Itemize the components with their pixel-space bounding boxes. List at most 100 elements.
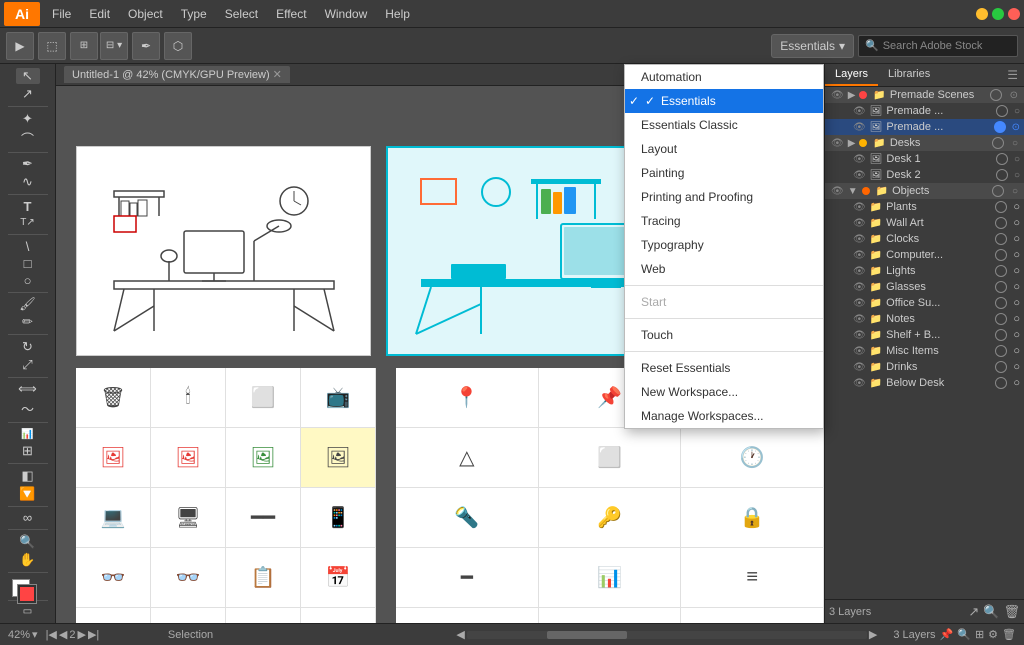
view-mode-btn2[interactable]: ⊟ ▾ <box>100 32 128 60</box>
dropdown-essentials-classic[interactable]: Essentials Classic <box>625 113 823 137</box>
layers-group-premade[interactable]: 👁 ▶ 📁 Premade Scenes ⊙ <box>825 87 1024 103</box>
dropdown-reset[interactable]: Reset Essentials <box>625 356 823 380</box>
dropdown-web[interactable]: Web <box>625 257 823 281</box>
nav-prev[interactable]: ◀ <box>59 628 67 641</box>
dropdown-painting[interactable]: Painting <box>625 161 823 185</box>
menu-object[interactable]: Object <box>120 5 171 23</box>
plants-target[interactable] <box>995 201 1007 213</box>
layer-notes[interactable]: 👁 📁 Notes ○ <box>825 311 1024 327</box>
nav-next-end[interactable]: ▶| <box>88 628 99 641</box>
menu-type[interactable]: Type <box>173 5 215 23</box>
dropdown-new-workspace[interactable]: New Workspace... <box>625 380 823 404</box>
stroke-swatch[interactable] <box>18 585 36 603</box>
pin-btn[interactable]: 📌 <box>940 628 954 641</box>
menu-effect[interactable]: Effect <box>268 5 314 23</box>
menu-edit[interactable]: Edit <box>81 5 118 23</box>
misc-target[interactable] <box>995 345 1007 357</box>
layer-desk-1[interactable]: 👁 🖼 Desk 1 ○ <box>825 151 1024 167</box>
desks-target[interactable] <box>992 137 1004 149</box>
panel-menu-btn[interactable]: ☰ <box>1001 64 1024 86</box>
rect-tool[interactable]: □ <box>16 256 40 271</box>
scroll-right-btn[interactable]: ▶ <box>869 628 877 641</box>
wallart-target[interactable] <box>995 217 1007 229</box>
view-mode-btn1[interactable]: ⊞ <box>70 32 98 60</box>
layer-desk-2[interactable]: 👁 🖼 Desk 2 ○ <box>825 167 1024 183</box>
delete-layer-btn[interactable]: 🗑 <box>1003 604 1020 620</box>
select-tool-btn[interactable]: ▶ <box>6 32 34 60</box>
warp-tool[interactable]: 〜 <box>16 399 40 418</box>
layer-shelf[interactable]: 👁 📁 Shelf + B... ○ <box>825 327 1024 343</box>
hscroll-thumb[interactable] <box>547 631 627 639</box>
line-tool[interactable]: \ <box>16 239 40 254</box>
premade-2-target[interactable] <box>994 121 1006 133</box>
layer-belowdesk[interactable]: 👁 📁 Below Desk ○ <box>825 375 1024 391</box>
dropdown-essentials[interactable]: ✓ Essentials <box>625 89 823 113</box>
paintbrush-tool[interactable]: 🖌 <box>16 296 40 312</box>
mesh-tool[interactable]: ⊞ <box>16 443 40 459</box>
tab-libraries[interactable]: Libraries <box>878 64 940 86</box>
pen-tool-btn[interactable]: ✒ <box>132 32 160 60</box>
type-touch-tool[interactable]: T↗ <box>16 216 40 230</box>
layer-officesu[interactable]: 👁 📁 Office Su... ○ <box>825 295 1024 311</box>
maximize-button[interactable] <box>992 8 1004 20</box>
rotate-tool[interactable]: ↻ <box>16 339 40 355</box>
horizontal-scrollbar[interactable] <box>467 631 867 639</box>
dropdown-automation[interactable]: Automation <box>625 65 823 89</box>
zoom-control[interactable]: 42% ▾ <box>8 628 38 641</box>
layer-premade-1[interactable]: 👁 🖼 Premade ... ○ <box>825 103 1024 119</box>
lasso-tool[interactable]: ⌒ <box>16 129 40 148</box>
blend-tool[interactable]: ∞ <box>16 510 40 525</box>
delete-btn[interactable]: 🗑 <box>1002 628 1016 641</box>
zoom-tool[interactable]: 🔍 <box>16 534 40 550</box>
pen-tool[interactable]: ✒ <box>16 156 40 172</box>
layers-group-desks[interactable]: 👁 ▶ 📁 Desks ○ <box>825 135 1024 151</box>
clocks-target[interactable] <box>995 233 1007 245</box>
layer-computer[interactable]: 👁 📁 Computer... ○ <box>825 247 1024 263</box>
menu-select[interactable]: Select <box>217 5 266 23</box>
make-sublayer-btn[interactable]: ↗ <box>968 604 979 620</box>
pencil-tool[interactable]: ✏ <box>16 314 40 330</box>
screen-mode-btn[interactable]: ▭ <box>16 605 40 619</box>
premade-scenes-target[interactable] <box>990 89 1002 101</box>
premade-1-target[interactable] <box>996 105 1008 117</box>
layers-group-objects[interactable]: 👁 ▼ 📁 Objects ○ <box>825 183 1024 199</box>
width-tool[interactable]: ⟺ <box>16 381 40 397</box>
menu-help[interactable]: Help <box>377 5 418 23</box>
gradient-tool[interactable]: ◧ <box>16 468 40 484</box>
stock-search[interactable]: 🔍 Search Adobe Stock <box>858 35 1018 57</box>
selection-tool[interactable]: ↖ <box>16 68 40 84</box>
desk-2-target[interactable] <box>996 169 1008 181</box>
lights-target[interactable] <box>995 265 1007 277</box>
menu-window[interactable]: Window <box>317 5 376 23</box>
computer-target[interactable] <box>995 249 1007 261</box>
shape-btn[interactable]: ⬡ <box>164 32 192 60</box>
nav-prev-start[interactable]: |◀ <box>46 628 57 641</box>
artboard-btn[interactable]: ⬚ <box>38 32 66 60</box>
scroll-left-btn[interactable]: ◀ <box>456 628 464 641</box>
objects-target[interactable] <box>992 185 1004 197</box>
search-btn[interactable]: 🔍 <box>957 628 971 641</box>
direct-selection-tool[interactable]: ↗ <box>16 86 40 102</box>
magic-wand-tool[interactable]: ✦ <box>16 111 40 127</box>
layer-misc[interactable]: 👁 📁 Misc Items ○ <box>825 343 1024 359</box>
officsu-target[interactable] <box>995 297 1007 309</box>
layer-clocks[interactable]: 👁 📁 Clocks ○ <box>825 231 1024 247</box>
tab-layers[interactable]: Layers <box>825 64 878 86</box>
dropdown-typography[interactable]: Typography <box>625 233 823 257</box>
settings-btn[interactable]: ⚙ <box>988 628 998 641</box>
workspace-selector[interactable]: Essentials ▾ <box>771 34 854 58</box>
fit-btn[interactable]: ⊞ <box>975 628 984 641</box>
notes-target[interactable] <box>995 313 1007 325</box>
close-button[interactable] <box>1008 8 1020 20</box>
layer-wallart[interactable]: 👁 📁 Wall Art ○ <box>825 215 1024 231</box>
dropdown-printing-proofing[interactable]: Printing and Proofing <box>625 185 823 209</box>
menu-file[interactable]: File <box>44 5 79 23</box>
scale-tool[interactable]: ⤢ <box>16 357 40 373</box>
layer-plants[interactable]: 👁 📁 Plants ○ <box>825 199 1024 215</box>
belowdesk-target[interactable] <box>995 377 1007 389</box>
new-layer-btn[interactable]: 🔍 <box>983 604 999 620</box>
eyedropper-tool[interactable]: 🔽 <box>16 486 40 502</box>
layer-lights[interactable]: 👁 📁 Lights ○ <box>825 263 1024 279</box>
dropdown-touch[interactable]: Touch <box>625 323 823 347</box>
type-tool[interactable]: T <box>16 199 40 214</box>
